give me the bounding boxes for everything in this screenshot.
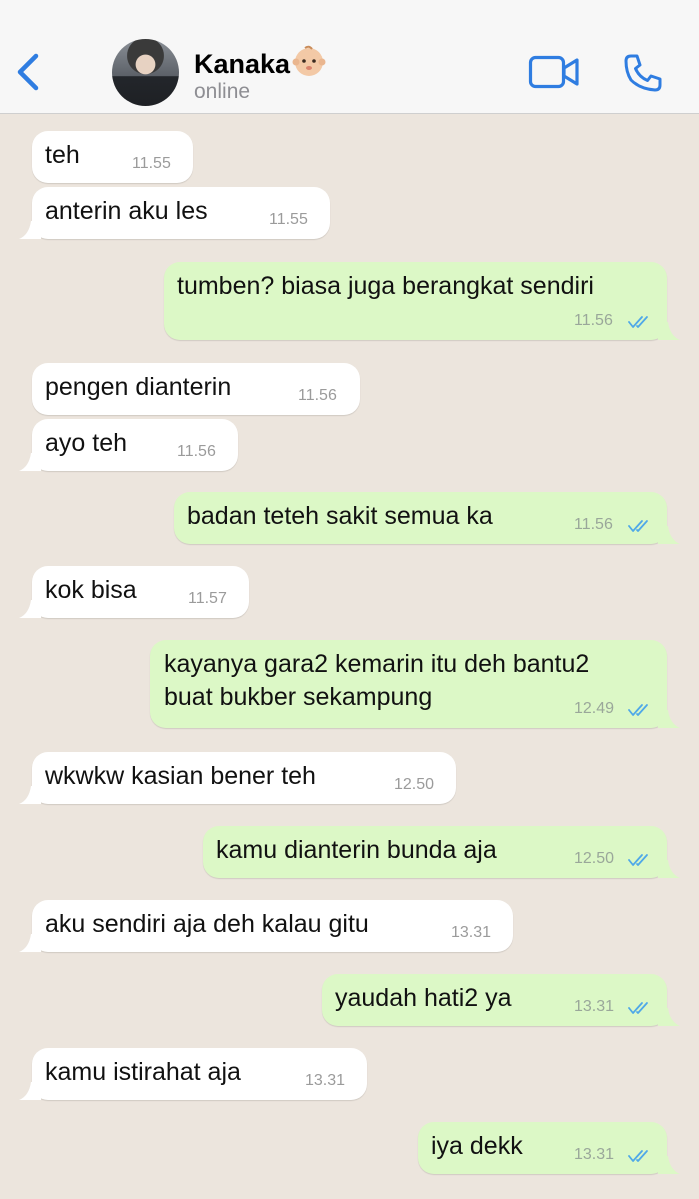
bubble-tail — [658, 860, 680, 878]
message-text: yaudah hati2 ya — [335, 984, 512, 1012]
outgoing-message-bubble[interactable]: yaudah hati2 ya 13.31 — [322, 974, 680, 1026]
message-time: 13.31 — [305, 1072, 346, 1089]
incoming-message-bubble[interactable]: wkwkw kasian bener teh 12.50 — [19, 752, 456, 804]
incoming-message-bubble[interactable]: pengen dianterin 11.56 — [32, 363, 360, 415]
message-text: pengen dianterin — [45, 373, 232, 401]
bubble-tail — [19, 453, 41, 471]
bubble-tail — [658, 526, 680, 544]
incoming-message-bubble[interactable]: teh 11.55 — [32, 131, 193, 183]
phone-icon[interactable] — [622, 52, 664, 94]
message-time: 13.31 — [451, 924, 492, 941]
message-time: 12.50 — [394, 776, 435, 793]
double-check-icon — [628, 1002, 648, 1014]
video-camera-icon[interactable] — [528, 54, 580, 90]
outgoing-message-bubble[interactable]: tumben? biasa juga berangkat sendiri 11.5… — [164, 262, 680, 340]
double-check-icon — [628, 520, 648, 532]
bubble-tail — [658, 710, 680, 728]
message-text: wkwkw kasian bener teh — [45, 762, 316, 790]
contact-status: online — [194, 80, 251, 103]
incoming-message-bubble[interactable]: aku sendiri aja deh kalau gitu 13.31 — [19, 900, 513, 952]
message-time: 11.56 — [298, 387, 337, 404]
message-time: 11.55 — [132, 155, 171, 172]
bubble-tail — [658, 1008, 680, 1026]
message-time: 11.55 — [269, 211, 308, 228]
bubble-tail — [19, 934, 41, 952]
message-text: teh — [45, 141, 80, 169]
double-check-icon — [628, 316, 648, 328]
double-check-icon — [628, 1150, 648, 1162]
chat-header: Kanaka online — [0, 0, 699, 114]
outgoing-message-bubble[interactable]: kamu dianterin bunda aja 12.50 — [203, 826, 680, 878]
message-text: kamu istirahat aja — [45, 1058, 241, 1086]
message-text: anterin aku les — [45, 197, 208, 225]
incoming-message-bubble[interactable]: ayo teh 11.56 — [19, 419, 238, 471]
message-text: ayo teh — [45, 429, 128, 457]
avatar[interactable] — [112, 39, 179, 106]
double-check-icon — [628, 854, 648, 866]
message-list[interactable]: teh 11.55 anterin aku les 11.55 tumben? bias… — [0, 114, 699, 1199]
bubble-tail — [19, 600, 41, 618]
message-time: 13.31 — [574, 1146, 615, 1163]
message-text: tumben? biasa juga berangkat sendiri — [177, 272, 594, 300]
contact-name-text: Kanaka — [194, 49, 291, 79]
message-time: 13.31 — [574, 998, 615, 1015]
message-text: kok bisa — [45, 576, 137, 604]
chevron-left-icon[interactable] — [14, 52, 42, 92]
message-time: 11.57 — [188, 590, 227, 607]
outgoing-message-bubble[interactable]: iya dekk 13.31 — [418, 1122, 680, 1174]
bubble-tail — [658, 322, 680, 340]
message-time: 11.56 — [177, 443, 216, 460]
message-text: aku sendiri aja deh kalau gitu — [45, 910, 369, 938]
message-time: 11.56 — [574, 516, 613, 533]
incoming-message-bubble[interactable]: kamu istirahat aja 13.31 — [19, 1048, 367, 1100]
outgoing-message-bubble[interactable]: kayanya gara2 kemarin itu deh bantu2 bua… — [150, 640, 680, 728]
bubble-tail — [19, 221, 41, 239]
message-text: iya dekk — [431, 1132, 523, 1160]
message-time: 12.50 — [574, 850, 615, 867]
message-time: 11.56 — [574, 312, 613, 329]
double-check-icon — [628, 704, 648, 716]
message-text: badan teteh sakit semua ka — [187, 502, 493, 530]
contact-name[interactable]: Kanaka — [194, 44, 326, 80]
bubble-tail — [658, 1156, 680, 1174]
message-time: 12.49 — [574, 700, 615, 717]
incoming-message-bubble[interactable]: kok bisa 11.57 — [19, 566, 249, 618]
bubble-tail — [19, 1082, 41, 1100]
baby-emoji-icon — [292, 45, 326, 76]
bubble-tail — [19, 786, 41, 804]
incoming-message-bubble[interactable]: anterin aku les 11.55 — [19, 187, 330, 239]
message-text: kayanya gara2 kemarin itu deh bantu2 bua… — [164, 650, 590, 711]
outgoing-message-bubble[interactable]: badan teteh sakit semua ka 11.56 — [174, 492, 680, 544]
message-text: kamu dianterin bunda aja — [216, 836, 497, 864]
